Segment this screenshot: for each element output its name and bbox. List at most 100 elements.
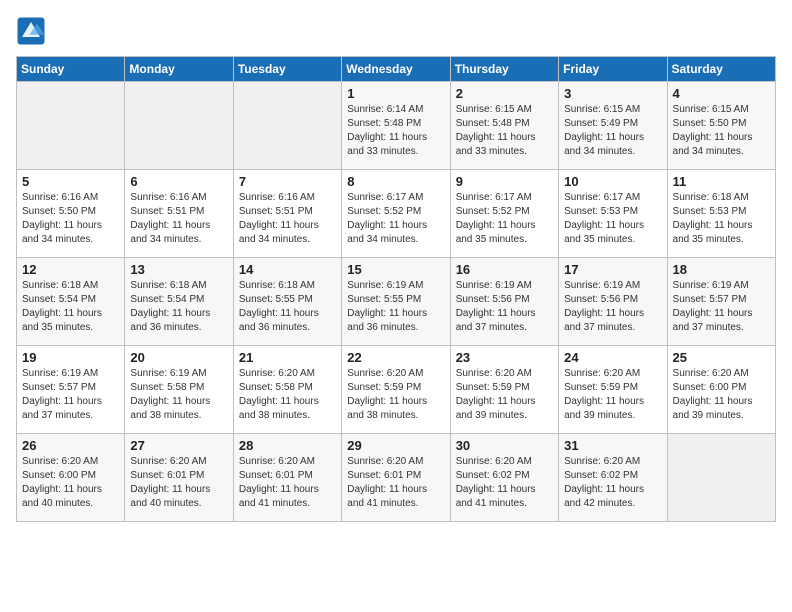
day-info: Sunrise: 6:20 AMSunset: 5:58 PMDaylight:… — [239, 367, 336, 423]
day-info: Sunrise: 6:19 AMSunset: 5:55 PMDaylight:… — [347, 279, 444, 335]
day-number: 1 — [347, 86, 444, 101]
day-info: Sunrise: 6:16 AMSunset: 5:51 PMDaylight:… — [239, 191, 336, 247]
calendar-cell: 10 Sunrise: 6:17 AMSunset: 5:53 PMDayligh… — [559, 170, 667, 258]
calendar-table: SundayMondayTuesdayWednesdayThursdayFrid… — [16, 56, 776, 522]
calendar-cell: 22Sunrise: 6:20 AMSunset: 5:59 PMDayligh… — [342, 346, 450, 434]
calendar-cell: 15 Sunrise: 6:19 AMSunset: 5:55 PMDayligh… — [342, 258, 450, 346]
calendar-week-row: 12Sunrise: 6:18 AMSunset: 5:54 PMDayligh… — [17, 258, 776, 346]
calendar-cell: 30 Sunrise: 6:20 AMSunset: 6:02 PMDayligh… — [450, 434, 558, 522]
day-info: Sunrise: 6:19 AMSunset: 5:56 PMDaylight:… — [456, 279, 553, 335]
page-header — [16, 16, 776, 46]
day-info: Sunrise: 6:19 AMSunset: 5:58 PMDaylight:… — [130, 367, 227, 423]
day-info: Sunrise: 6:18 AMSunset: 5:55 PMDaylight:… — [239, 279, 336, 335]
day-info: Sunrise: 6:15 AMSunset: 5:48 PMDaylight:… — [456, 103, 553, 159]
calendar-cell: 2 Sunrise: 6:15 AMSunset: 5:48 PMDaylight… — [450, 82, 558, 170]
day-info: Sunrise: 6:20 AMSunset: 6:01 PMDaylight:… — [130, 455, 227, 511]
calendar-cell: 28 Sunrise: 6:20 AMSunset: 6:01 PMDayligh… — [233, 434, 341, 522]
day-number: 16 — [456, 262, 553, 277]
calendar-cell: 25Sunrise: 6:20 AMSunset: 6:00 PMDayligh… — [667, 346, 775, 434]
day-number: 29 — [347, 438, 444, 453]
day-number: 20 — [130, 350, 227, 365]
calendar-cell: 23Sunrise: 6:20 AMSunset: 5:59 PMDayligh… — [450, 346, 558, 434]
weekday-header-saturday: Saturday — [667, 57, 775, 82]
day-number: 18 — [673, 262, 770, 277]
calendar-cell — [667, 434, 775, 522]
day-number: 10 — [564, 174, 661, 189]
day-info: Sunrise: 6:16 AMSunset: 5:50 PMDaylight:… — [22, 191, 119, 247]
day-info: Sunrise: 6:15 AMSunset: 5:50 PMDaylight:… — [673, 103, 770, 159]
day-number: 4 — [673, 86, 770, 101]
day-info: Sunrise: 6:19 AMSunset: 5:57 PMDaylight:… — [673, 279, 770, 335]
calendar-cell: 29 Sunrise: 6:20 AMSunset: 6:01 PMDayligh… — [342, 434, 450, 522]
calendar-cell — [125, 82, 233, 170]
calendar-cell: 31 Sunrise: 6:20 AMSunset: 6:02 PMDayligh… — [559, 434, 667, 522]
logo-icon — [16, 16, 46, 46]
calendar-cell: 18 Sunrise: 6:19 AMSunset: 5:57 PMDayligh… — [667, 258, 775, 346]
day-number: 31 — [564, 438, 661, 453]
day-number: 30 — [456, 438, 553, 453]
calendar-week-row: 5Sunrise: 6:16 AMSunset: 5:50 PMDaylight… — [17, 170, 776, 258]
day-number: 13 — [130, 262, 227, 277]
calendar-week-row: 26Sunrise: 6:20 AMSunset: 6:00 PMDayligh… — [17, 434, 776, 522]
calendar-cell: 6 Sunrise: 6:16 AMSunset: 5:51 PMDaylight… — [125, 170, 233, 258]
weekday-header-row: SundayMondayTuesdayWednesdayThursdayFrid… — [17, 57, 776, 82]
day-number: 22 — [347, 350, 444, 365]
calendar-week-row: 19 Sunrise: 6:19 AMSunset: 5:57 PMDayligh… — [17, 346, 776, 434]
day-info: Sunrise: 6:18 AMSunset: 5:54 PMDaylight:… — [22, 279, 119, 335]
day-info: Sunrise: 6:18 AMSunset: 5:53 PMDaylight:… — [673, 191, 770, 247]
calendar-cell: 19 Sunrise: 6:19 AMSunset: 5:57 PMDayligh… — [17, 346, 125, 434]
day-number: 25 — [673, 350, 770, 365]
day-info: Sunrise: 6:20 AMSunset: 6:00 PMDaylight:… — [22, 455, 119, 511]
day-info: Sunrise: 6:18 AMSunset: 5:54 PMDaylight:… — [130, 279, 227, 335]
day-number: 2 — [456, 86, 553, 101]
day-info: Sunrise: 6:20 AMSunset: 6:02 PMDaylight:… — [564, 455, 661, 511]
day-info: Sunrise: 6:19 AMSunset: 5:56 PMDaylight:… — [564, 279, 661, 335]
day-number: 14 — [239, 262, 336, 277]
day-number: 3 — [564, 86, 661, 101]
calendar-cell — [233, 82, 341, 170]
day-info: Sunrise: 6:15 AMSunset: 5:49 PMDaylight:… — [564, 103, 661, 159]
logo — [16, 16, 50, 46]
calendar-cell: 17 Sunrise: 6:19 AMSunset: 5:56 PMDayligh… — [559, 258, 667, 346]
calendar-cell: 5Sunrise: 6:16 AMSunset: 5:50 PMDaylight… — [17, 170, 125, 258]
calendar-cell — [17, 82, 125, 170]
calendar-cell: 13 Sunrise: 6:18 AMSunset: 5:54 PMDayligh… — [125, 258, 233, 346]
weekday-header-tuesday: Tuesday — [233, 57, 341, 82]
day-info: Sunrise: 6:17 AMSunset: 5:52 PMDaylight:… — [347, 191, 444, 247]
day-info: Sunrise: 6:19 AMSunset: 5:57 PMDaylight:… — [22, 367, 119, 423]
calendar-cell: 16 Sunrise: 6:19 AMSunset: 5:56 PMDayligh… — [450, 258, 558, 346]
calendar-cell: 4 Sunrise: 6:15 AMSunset: 5:50 PMDaylight… — [667, 82, 775, 170]
day-info: Sunrise: 6:20 AMSunset: 6:01 PMDaylight:… — [239, 455, 336, 511]
calendar-cell: 11Sunrise: 6:18 AMSunset: 5:53 PMDayligh… — [667, 170, 775, 258]
day-info: Sunrise: 6:16 AMSunset: 5:51 PMDaylight:… — [130, 191, 227, 247]
day-info: Sunrise: 6:17 AMSunset: 5:52 PMDaylight:… — [456, 191, 553, 247]
calendar-cell: 14 Sunrise: 6:18 AMSunset: 5:55 PMDayligh… — [233, 258, 341, 346]
day-number: 15 — [347, 262, 444, 277]
day-info: Sunrise: 6:20 AMSunset: 5:59 PMDaylight:… — [564, 367, 661, 423]
calendar-cell: 9Sunrise: 6:17 AMSunset: 5:52 PMDaylight… — [450, 170, 558, 258]
day-number: 17 — [564, 262, 661, 277]
day-info: Sunrise: 6:20 AMSunset: 6:01 PMDaylight:… — [347, 455, 444, 511]
day-number: 23 — [456, 350, 553, 365]
calendar-cell: 21Sunrise: 6:20 AMSunset: 5:58 PMDayligh… — [233, 346, 341, 434]
day-number: 6 — [130, 174, 227, 189]
weekday-header-friday: Friday — [559, 57, 667, 82]
day-number: 8 — [347, 174, 444, 189]
calendar-cell: 8 Sunrise: 6:17 AMSunset: 5:52 PMDaylight… — [342, 170, 450, 258]
calendar-cell: 3 Sunrise: 6:15 AMSunset: 5:49 PMDaylight… — [559, 82, 667, 170]
day-info: Sunrise: 6:17 AMSunset: 5:53 PMDaylight:… — [564, 191, 661, 247]
day-number: 27 — [130, 438, 227, 453]
calendar-cell: 7Sunrise: 6:16 AMSunset: 5:51 PMDaylight… — [233, 170, 341, 258]
day-number: 28 — [239, 438, 336, 453]
calendar-cell: 20 Sunrise: 6:19 AMSunset: 5:58 PMDayligh… — [125, 346, 233, 434]
day-info: Sunrise: 6:20 AMSunset: 6:02 PMDaylight:… — [456, 455, 553, 511]
day-number: 19 — [22, 350, 119, 365]
calendar-cell: 1 Sunrise: 6:14 AMSunset: 5:48 PMDaylight… — [342, 82, 450, 170]
calendar-cell: 24Sunrise: 6:20 AMSunset: 5:59 PMDayligh… — [559, 346, 667, 434]
weekday-header-sunday: Sunday — [17, 57, 125, 82]
weekday-header-wednesday: Wednesday — [342, 57, 450, 82]
weekday-header-monday: Monday — [125, 57, 233, 82]
calendar-cell: 27 Sunrise: 6:20 AMSunset: 6:01 PMDayligh… — [125, 434, 233, 522]
day-info: Sunrise: 6:14 AMSunset: 5:48 PMDaylight:… — [347, 103, 444, 159]
calendar-cell: 12Sunrise: 6:18 AMSunset: 5:54 PMDayligh… — [17, 258, 125, 346]
